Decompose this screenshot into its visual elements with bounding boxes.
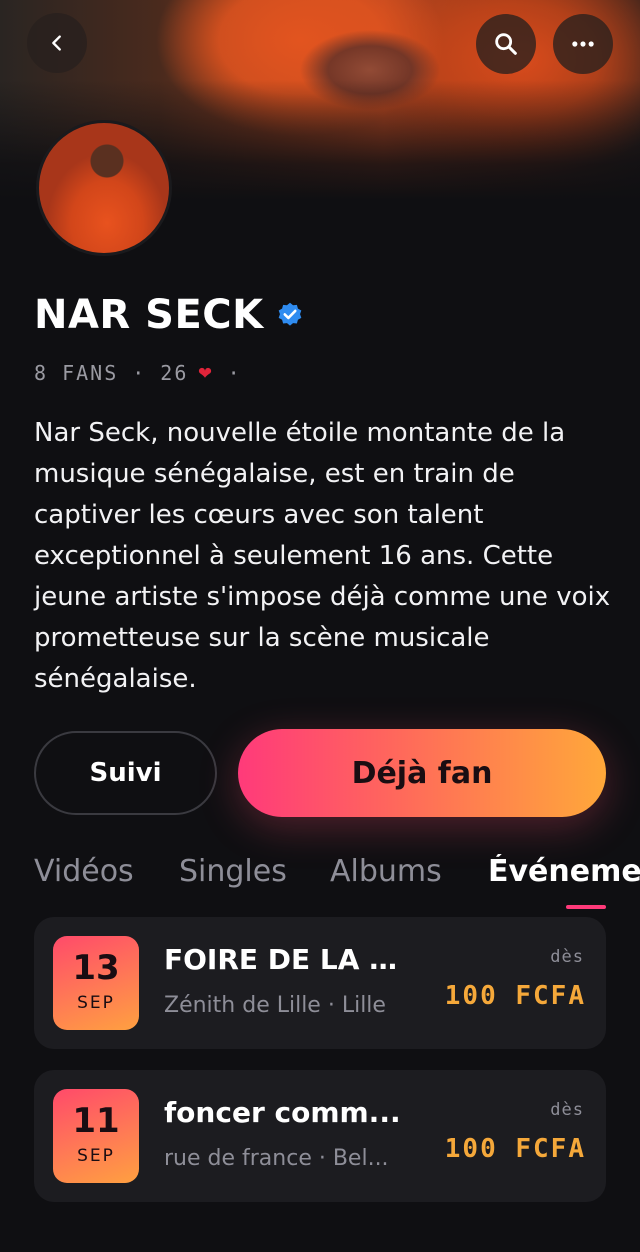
fan-button[interactable]: Déjà fan bbox=[238, 729, 606, 817]
verified-badge-icon bbox=[278, 302, 301, 326]
event-price: 100 FCFA bbox=[444, 981, 586, 1011]
content-tabs: Vidéos Singles Albums Événements bbox=[34, 854, 640, 910]
search-button[interactable] bbox=[476, 14, 536, 74]
event-month: SEP bbox=[77, 1146, 115, 1166]
tab-events[interactable]: Événements bbox=[488, 854, 640, 889]
follow-button[interactable]: Suivi bbox=[34, 731, 217, 815]
search-icon bbox=[495, 33, 517, 55]
event-price: 100 FCFA bbox=[444, 1134, 586, 1164]
artist-name-row: NAR SECK bbox=[34, 292, 304, 338]
event-month: SEP bbox=[77, 993, 115, 1013]
more-horizontal-icon bbox=[572, 41, 594, 47]
artist-name: NAR SECK bbox=[34, 292, 264, 338]
heart-icon: ❤ bbox=[198, 360, 214, 385]
event-day: 11 bbox=[72, 1101, 120, 1141]
event-venue: Zénith de Lille · Lille bbox=[164, 993, 386, 1018]
tab-videos[interactable]: Vidéos bbox=[34, 854, 134, 889]
event-date-badge: 13 SEP bbox=[53, 936, 139, 1030]
artist-stats: 8 FANS · 26 ❤ · bbox=[34, 360, 256, 385]
cover-photo-detail bbox=[300, 20, 440, 120]
event-title: foncer comm... bbox=[164, 1096, 401, 1129]
event-card[interactable]: 13 SEP FOIRE DE LA M... Zénith de Lille … bbox=[34, 917, 606, 1049]
tab-singles[interactable]: Singles bbox=[179, 854, 287, 889]
artist-bio: Nar Seck, nouvelle étoile montante de la… bbox=[34, 418, 611, 694]
separator-dot: · bbox=[132, 360, 147, 385]
back-button[interactable] bbox=[27, 13, 87, 73]
event-card[interactable]: 11 SEP foncer comm... rue de france · Be… bbox=[34, 1070, 606, 1202]
price-from-label: dès bbox=[550, 947, 584, 967]
price-from-label: dès bbox=[550, 1100, 584, 1120]
chevron-left-icon bbox=[52, 35, 61, 51]
likes-count: 26 bbox=[160, 360, 189, 385]
separator-dot: · bbox=[227, 360, 242, 385]
fans-count: 8 FANS bbox=[34, 360, 119, 385]
artist-avatar bbox=[36, 120, 172, 256]
more-options-button[interactable] bbox=[553, 14, 613, 74]
tab-albums[interactable]: Albums bbox=[330, 854, 442, 889]
event-venue: rue de france · Bel... bbox=[164, 1146, 389, 1171]
event-date-badge: 11 SEP bbox=[53, 1089, 139, 1183]
event-title: FOIRE DE LA M... bbox=[164, 943, 414, 976]
active-tab-indicator bbox=[566, 905, 606, 909]
event-day: 13 bbox=[72, 948, 120, 988]
